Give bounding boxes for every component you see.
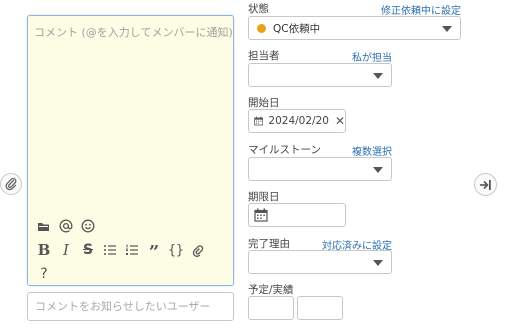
calendar-icon[interactable] xyxy=(254,114,264,128)
milestone-select[interactable] xyxy=(248,157,392,181)
arrow-right-to-bar-icon xyxy=(480,179,491,190)
link-icon[interactable] xyxy=(187,240,209,260)
code-icon[interactable]: {} xyxy=(165,240,187,260)
comment-editor[interactable]: コメント (@を入力してメンバーに通知) B I S ” {} ? xyxy=(27,15,234,286)
chevron-down-icon xyxy=(373,73,383,79)
start-date-label: 開始日 xyxy=(248,97,280,109)
calendar-icon[interactable] xyxy=(254,208,268,222)
resolution-label: 完了理由 xyxy=(248,238,290,250)
bold-icon[interactable]: B xyxy=(33,240,55,260)
collapse-panel-button[interactable] xyxy=(474,173,497,196)
start-date-value: 2024/02/20 xyxy=(268,115,329,127)
multi-select-link[interactable]: 複数選択 xyxy=(320,143,392,158)
chevron-down-icon xyxy=(373,260,383,266)
assignee-label: 担当者 xyxy=(248,50,280,62)
status-label: 状態 xyxy=(248,3,269,15)
help-icon[interactable]: ? xyxy=(33,264,55,284)
status-color-dot xyxy=(257,23,266,33)
paperclip-icon xyxy=(5,177,17,191)
strikethrough-icon[interactable]: S xyxy=(77,240,99,260)
set-rework-link[interactable]: 修正依頼中に設定 xyxy=(340,2,461,17)
actual-hours-input[interactable] xyxy=(297,296,343,320)
notify-users-input[interactable] xyxy=(27,292,234,321)
due-date-field[interactable] xyxy=(248,203,346,227)
quote-icon[interactable]: ” xyxy=(143,240,165,262)
emoji-icon[interactable] xyxy=(77,216,99,236)
italic-icon[interactable]: I xyxy=(55,240,77,260)
resolution-select[interactable] xyxy=(248,250,392,274)
at-icon[interactable] xyxy=(55,216,77,236)
start-date-field[interactable]: 2024/02/20 ✕ xyxy=(248,109,346,133)
chevron-down-icon xyxy=(373,167,383,173)
status-value: QC依頼中 xyxy=(273,22,321,35)
attach-file-button[interactable] xyxy=(0,173,22,195)
assign-to-me-link[interactable]: 私が担当 xyxy=(310,49,392,64)
numbered-list-icon[interactable] xyxy=(121,240,143,260)
comment-toolbar: B I S ” {} ? xyxy=(28,214,233,285)
chevron-down-icon xyxy=(442,26,452,32)
estimate-actual-label: 予定/実績 xyxy=(248,284,294,296)
assignee-select[interactable] xyxy=(248,63,392,87)
estimate-hours-input[interactable] xyxy=(248,296,294,320)
clear-icon[interactable]: ✕ xyxy=(335,114,345,128)
comment-placeholder: コメント (@を入力してメンバーに通知) xyxy=(34,26,233,39)
status-select[interactable]: QC依頼中 xyxy=(248,16,461,40)
due-date-label: 期限日 xyxy=(248,191,280,203)
bullet-list-icon[interactable] xyxy=(99,240,121,260)
folder-icon[interactable] xyxy=(33,216,55,236)
milestone-label: マイルストーン xyxy=(248,144,321,156)
